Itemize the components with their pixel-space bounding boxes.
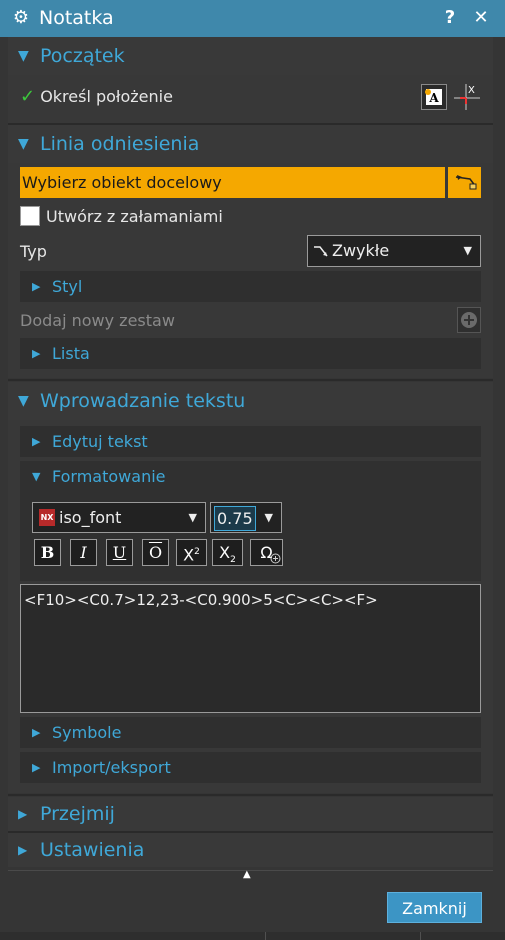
locate-status: ✓ Określ położenie <box>20 86 173 108</box>
collapse-up-icon: ▲ <box>243 869 251 880</box>
subsection-list[interactable]: ▶ Lista <box>20 338 481 369</box>
subsection-list-label: Lista <box>52 344 90 363</box>
subsection-formatting-header[interactable]: ▼ Formatowanie <box>20 461 481 492</box>
section-settings-label: Ustawienia <box>40 839 145 861</box>
subsection-import-export[interactable]: ▶ Import/eksport <box>20 752 481 783</box>
collapse-triangle-icon: ▼ <box>32 470 41 483</box>
add-new-set-label: Dodaj nowy zestaw <box>20 311 175 330</box>
type-select[interactable]: Zwykłe ▼ <box>307 235 481 267</box>
underline-button[interactable]: U <box>106 539 133 566</box>
divider <box>420 932 421 940</box>
superscript-button[interactable]: X2 <box>176 539 207 566</box>
select-object-button[interactable] <box>448 167 481 198</box>
check-icon: ✓ <box>20 86 36 107</box>
subsection-import-export-label: Import/eksport <box>52 758 171 777</box>
help-button[interactable]: ? <box>439 7 461 29</box>
divider <box>8 794 493 796</box>
type-label: Typ <box>20 242 47 261</box>
cursor-select-icon <box>455 175 477 190</box>
section-start-label: Początek <box>40 45 125 67</box>
expand-triangle-icon: ▶ <box>18 843 28 857</box>
svg-text:X: X <box>468 85 475 96</box>
bold-button[interactable]: B <box>34 539 61 566</box>
add-circle-icon <box>461 312 477 328</box>
expand-triangle-icon: ▶ <box>32 347 41 360</box>
section-leader-label: Linia odniesienia <box>40 133 200 155</box>
window-title: Notatka <box>39 7 114 29</box>
nx-font-icon: NX <box>39 509 55 526</box>
create-with-jogs-label: Utwórz z załamaniami <box>46 207 223 226</box>
subsection-edit-text-label: Edytuj tekst <box>52 432 148 451</box>
font-scale-value[interactable]: 0.75 <box>214 506 256 531</box>
add-circle-icon <box>270 553 281 564</box>
note-text-area[interactable]: <F10><C0.7>12,23-<C0.900>5<C><C><F> <box>20 584 481 713</box>
font-scale-select[interactable]: 0.75 ▼ <box>210 502 282 533</box>
collapse-triangle-icon: ▼ <box>18 136 29 152</box>
section-start-header[interactable]: ▼ Początek <box>8 37 493 75</box>
leader-style-icon <box>314 246 328 257</box>
subscript-button[interactable]: X2 <box>212 539 243 566</box>
locate-label: Określ położenie <box>40 87 173 106</box>
font-name: iso_font <box>59 508 122 527</box>
subscript-exp: 2 <box>230 555 236 566</box>
collapse-bar[interactable]: ▲ <box>8 869 493 882</box>
expand-triangle-icon: ▶ <box>18 807 28 821</box>
superscript-base: X <box>183 545 195 565</box>
add-set-button[interactable] <box>457 307 481 333</box>
chevron-down-icon: ▼ <box>463 244 472 257</box>
subsection-formatting-label: Formatowanie <box>52 467 166 486</box>
close-button[interactable]: Zamknij <box>387 892 482 923</box>
expand-triangle-icon: ▶ <box>32 280 41 293</box>
subscript-base: X <box>219 543 231 562</box>
subsection-edit-text[interactable]: ▶ Edytuj tekst <box>20 426 481 457</box>
chevron-down-icon: ▼ <box>188 511 197 524</box>
create-with-jogs-checkbox[interactable] <box>20 206 40 226</box>
section-leader-header[interactable]: ▼ Linia odniesienia <box>8 125 493 163</box>
overline-button[interactable]: O <box>142 539 169 566</box>
select-target-label: Wybierz obiekt docelowy <box>22 173 222 192</box>
section-text-input-label: Wprowadzanie tekstu <box>40 390 246 412</box>
expand-triangle-icon: ▶ <box>32 435 41 448</box>
expand-triangle-icon: ▶ <box>32 761 41 774</box>
subsection-symbols[interactable]: ▶ Symbole <box>20 717 481 748</box>
text-origin-icon[interactable]: A <box>421 84 447 110</box>
section-inherit-label: Przejmij <box>40 803 115 825</box>
subsection-style-label: Styl <box>52 277 83 296</box>
divider <box>8 379 493 381</box>
divider <box>265 932 266 940</box>
superscript-exp: 2 <box>194 547 200 557</box>
font-select[interactable]: NX iso_font ▼ <box>32 502 206 533</box>
chevron-down-icon: ▼ <box>264 511 273 524</box>
expand-triangle-icon: ▶ <box>32 726 41 739</box>
bottom-strip <box>0 932 505 940</box>
collapse-triangle-icon: ▼ <box>18 393 29 409</box>
close-icon[interactable]: ✕ <box>470 7 492 29</box>
gear-icon[interactable]: ⚙ <box>10 7 32 29</box>
subsection-symbols-label: Symbole <box>52 723 122 742</box>
section-text-input-header[interactable]: ▼ Wprowadzanie tekstu <box>8 382 493 420</box>
type-value: Zwykłe <box>332 241 390 260</box>
note-text-value: <F10><C0.7>12,23-<C0.900>5<C><C><F> <box>24 591 378 609</box>
section-inherit-header[interactable]: ▶ Przejmij <box>8 797 493 831</box>
section-settings-header[interactable]: ▶ Ustawienia <box>8 833 493 867</box>
italic-button[interactable]: I <box>70 539 97 566</box>
select-target-row[interactable]: Wybierz obiekt docelowy <box>20 167 445 198</box>
collapse-triangle-icon: ▼ <box>18 48 29 64</box>
subsection-style[interactable]: ▶ Styl <box>20 271 481 302</box>
origin-point-icon[interactable]: X <box>452 80 482 112</box>
insert-symbol-button[interactable]: Ω <box>250 539 283 566</box>
